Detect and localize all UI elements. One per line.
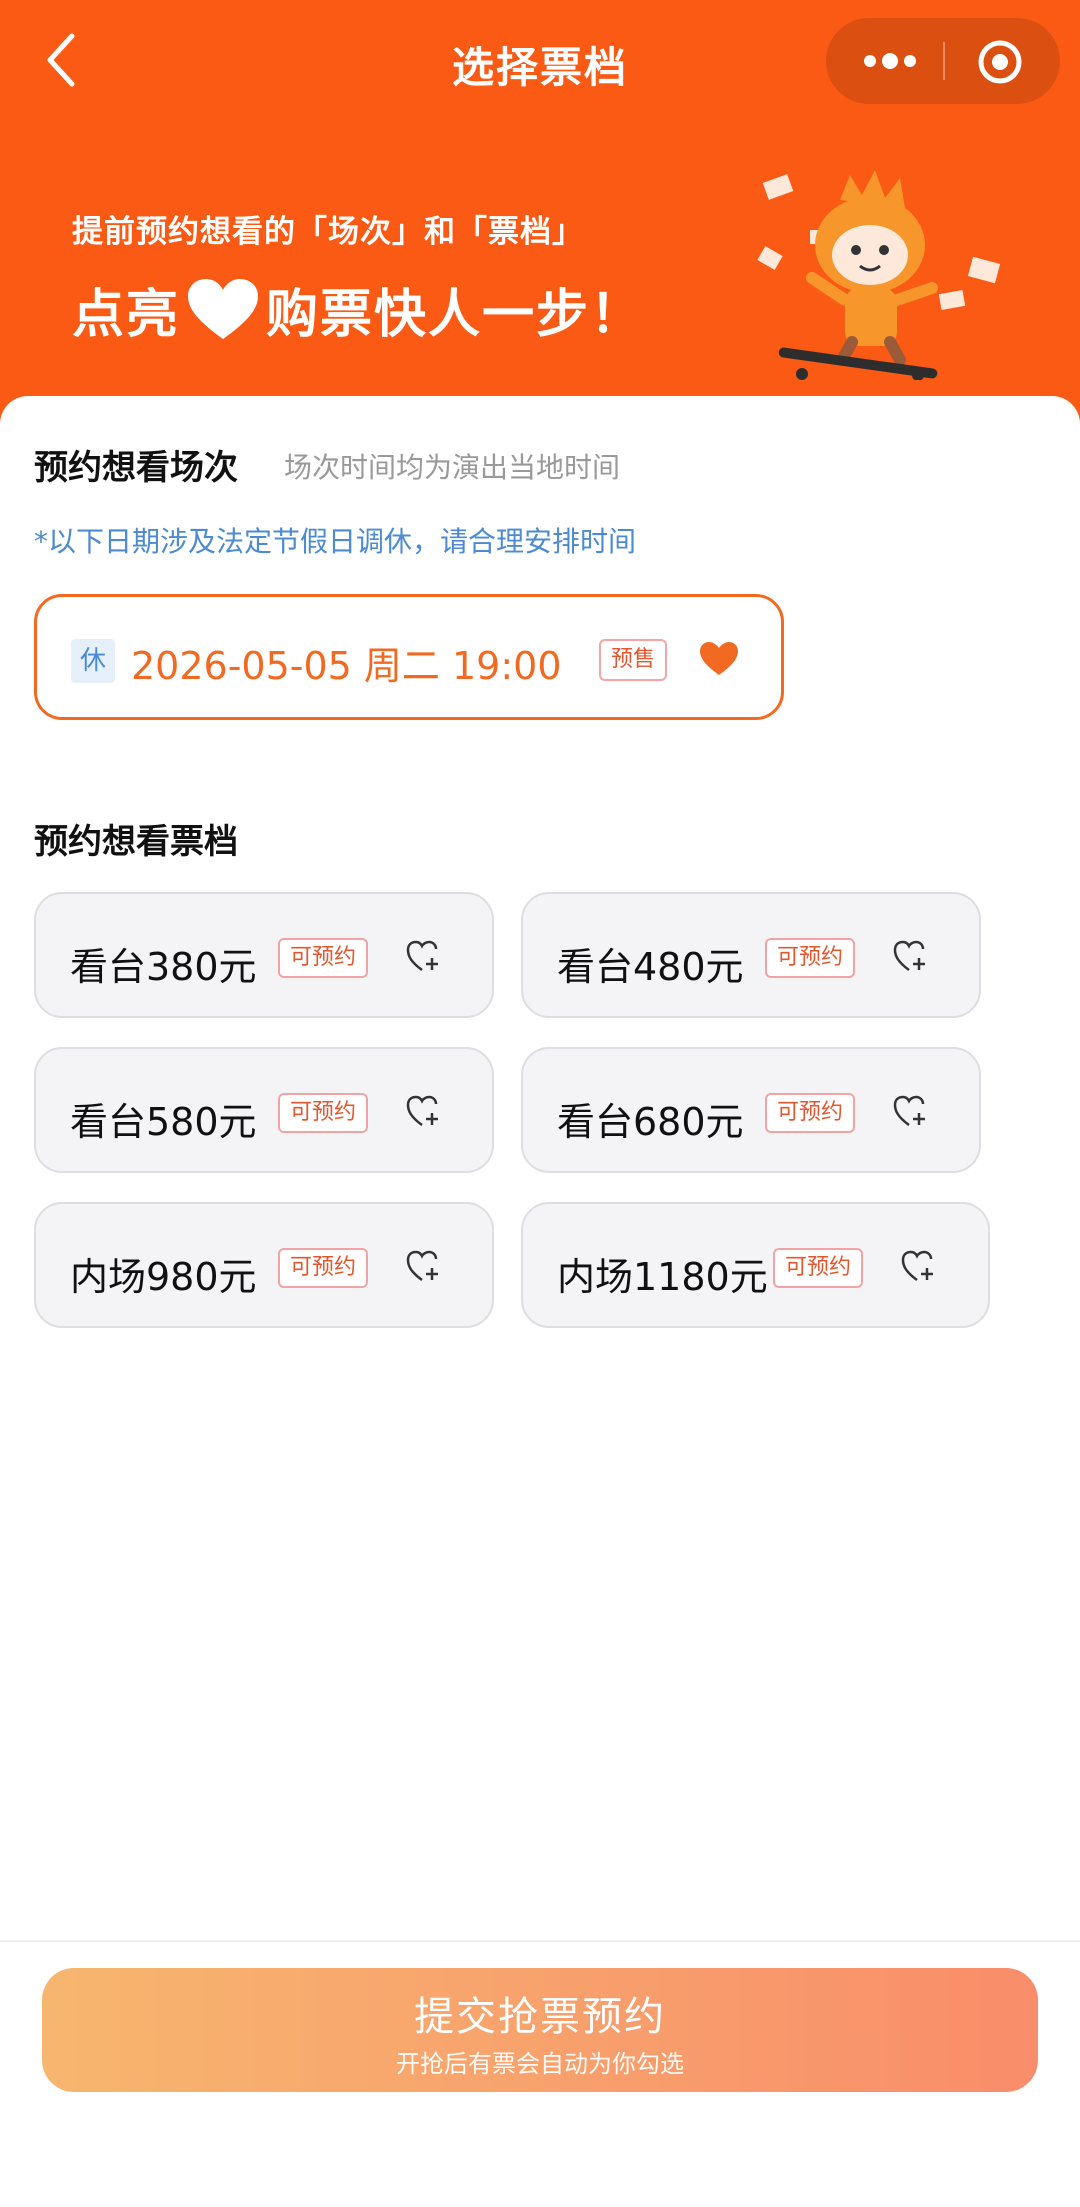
- promo-headline-part2: 购票快人一步！: [266, 285, 645, 345]
- session-option[interactable]: 休 2026-05-05 周二 19:00 预售: [34, 594, 784, 720]
- tier-label: 看台680元: [557, 1100, 744, 1144]
- heart-add-icon[interactable]: [406, 940, 442, 974]
- tier-label: 内场1180元: [557, 1255, 768, 1299]
- tier-label: 看台580元: [70, 1100, 257, 1144]
- mascot-illustration: [757, 170, 1001, 380]
- heart-add-icon[interactable]: [893, 940, 929, 974]
- tier-section-title: 预约想看票档: [34, 822, 238, 862]
- tier-status-badge: 可预约: [765, 1093, 856, 1133]
- holiday-note: *以下日期涉及法定节假日调休，请合理安排时间: [34, 525, 637, 558]
- rest-day-tag: 休: [71, 639, 115, 683]
- mini-program-capsule: [826, 18, 1060, 104]
- heart-add-icon[interactable]: [893, 1095, 929, 1129]
- heart-filled-icon[interactable]: [699, 641, 739, 677]
- tier-option[interactable]: 看台380元 可预约: [34, 892, 494, 1018]
- submit-reservation-button[interactable]: 提交抢票预约 开抢后有票会自动为你勾选: [42, 1968, 1038, 2092]
- tier-label: 看台480元: [557, 945, 744, 989]
- promo-subtitle: 提前预约想看的「场次」和「票档」: [72, 214, 584, 250]
- tier-option[interactable]: 看台680元 可预约: [521, 1047, 981, 1173]
- tier-status-badge: 可预约: [278, 1248, 369, 1288]
- submit-button-label: 提交抢票预约: [414, 1994, 666, 2040]
- presale-badge: 预售: [599, 639, 668, 681]
- tier-status-badge: 可预约: [765, 938, 856, 978]
- header-banner: 选择票档 提前预约想看的「场次」和「票档」 点亮 购票快人一步！: [0, 0, 1080, 440]
- promo-headline: 点亮 购票快人一步！: [72, 272, 644, 347]
- main-content: 预约想看场次 场次时间均为演出当地时间 *以下日期涉及法定节假日调休，请合理安排…: [0, 396, 1080, 1946]
- session-section-hint: 场次时间均为演出当地时间: [284, 451, 621, 484]
- tier-status-badge: 可预约: [773, 1248, 864, 1288]
- heart-add-icon[interactable]: [406, 1095, 442, 1129]
- heart-add-icon[interactable]: [901, 1250, 937, 1284]
- heart-add-icon[interactable]: [406, 1250, 442, 1284]
- tier-label: 内场980元: [70, 1255, 257, 1299]
- tier-status-badge: 可预约: [278, 1093, 369, 1133]
- tier-option[interactable]: 内场1180元 可预约: [521, 1202, 990, 1328]
- session-datetime: 2026-05-05 周二 19:00: [131, 644, 562, 688]
- target-icon[interactable]: [976, 38, 1024, 86]
- tier-status-badge: 可预约: [278, 938, 369, 978]
- tier-option[interactable]: 内场980元 可预约: [34, 1202, 494, 1328]
- heart-icon: [188, 278, 259, 339]
- bottom-divider: [0, 1940, 1080, 1942]
- session-section-title: 预约想看场次: [34, 448, 238, 488]
- tier-option[interactable]: 看台480元 可预约: [521, 892, 981, 1018]
- promo-headline-part1: 点亮: [72, 285, 181, 345]
- submit-button-sublabel: 开抢后有票会自动为你勾选: [396, 2050, 684, 2078]
- more-dots-icon[interactable]: [860, 46, 920, 76]
- tier-label: 看台380元: [70, 945, 257, 989]
- tier-option[interactable]: 看台580元 可预约: [34, 1047, 494, 1173]
- capsule-divider: [943, 42, 945, 80]
